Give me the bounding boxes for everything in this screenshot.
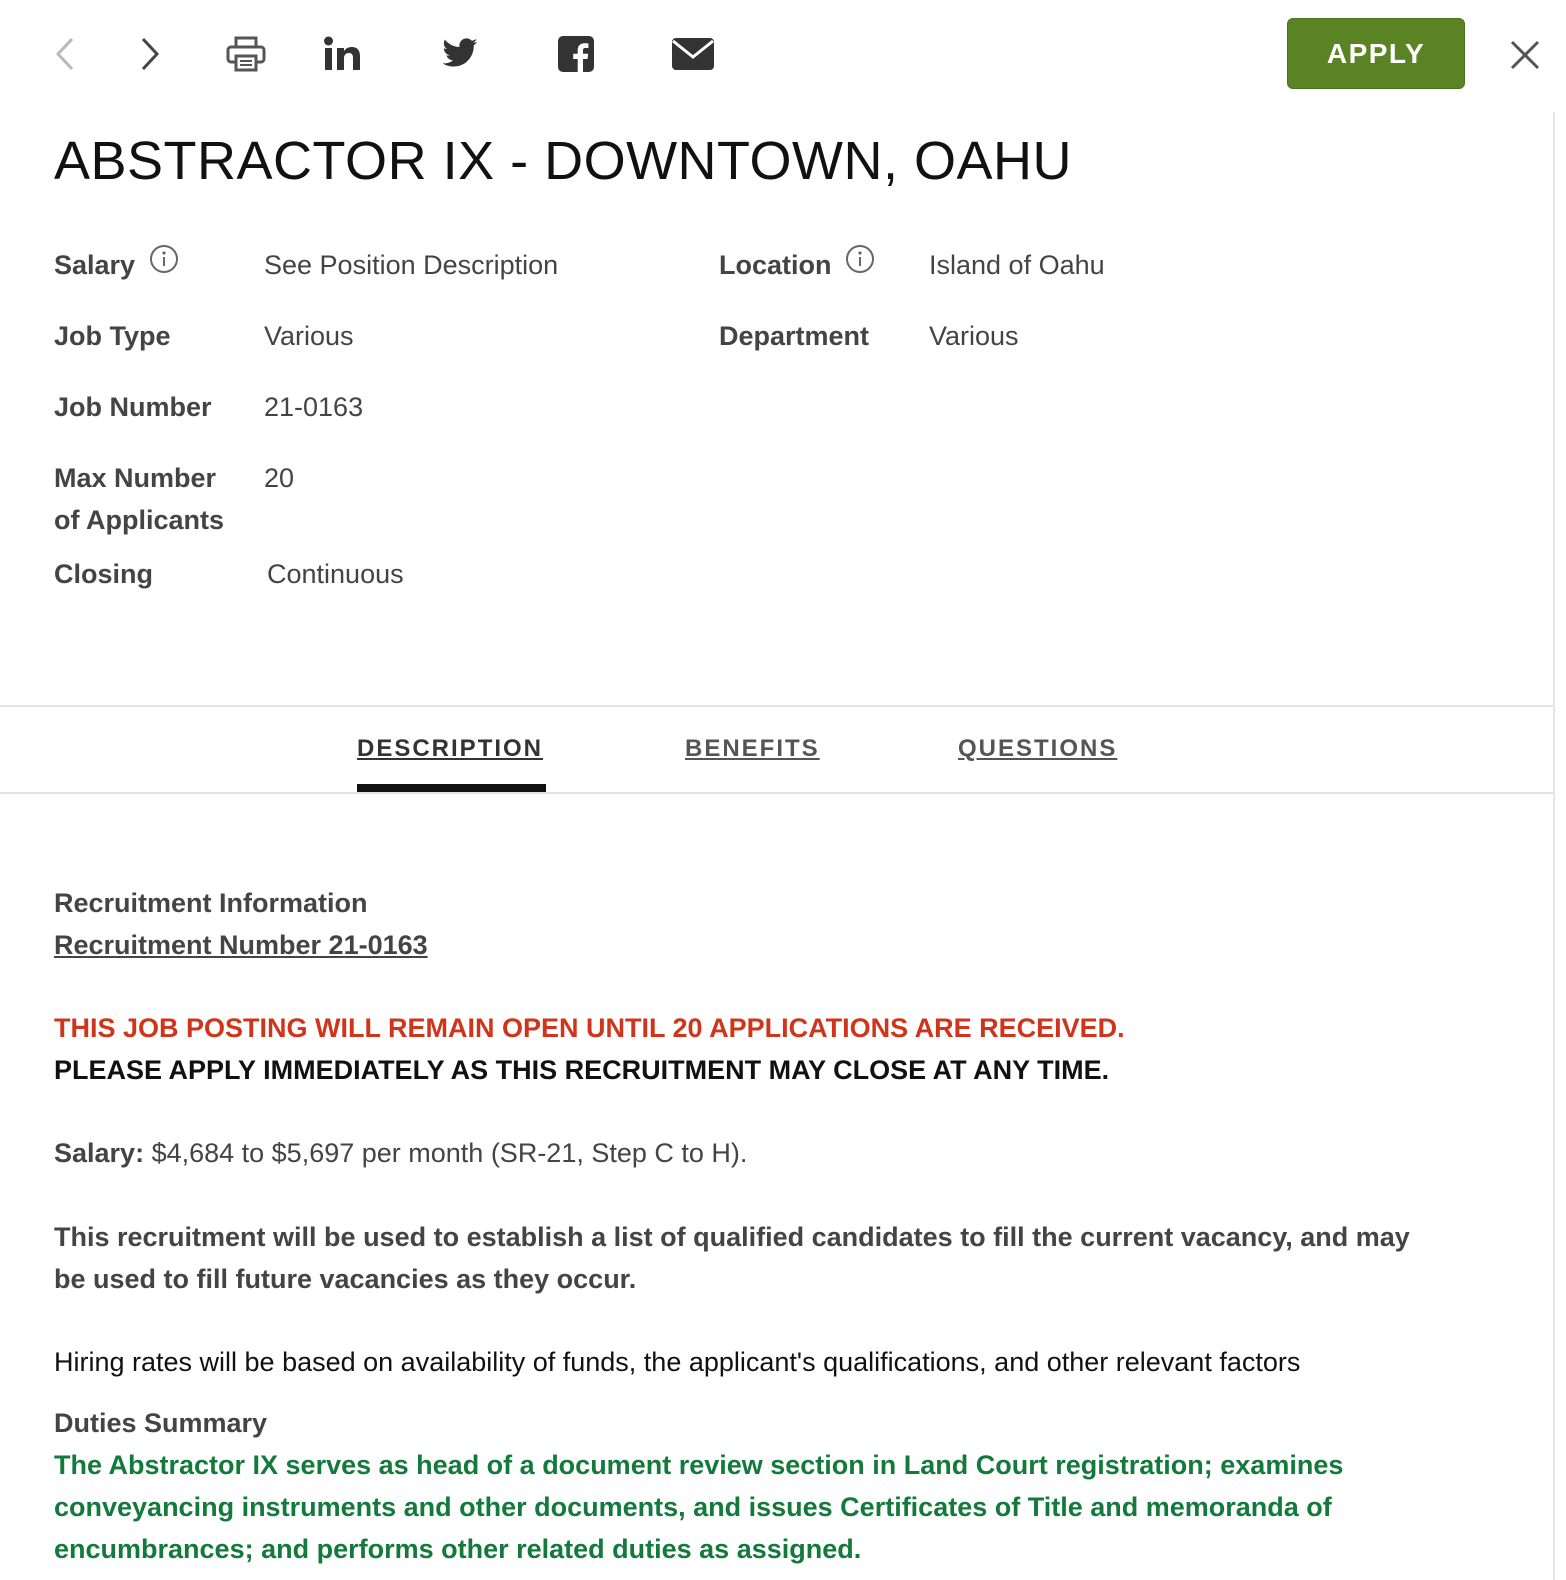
duties-line3: encumbrances; and performs other related… bbox=[54, 1534, 862, 1564]
chevron-left-icon[interactable] bbox=[50, 30, 80, 78]
chevron-right-icon[interactable] bbox=[135, 30, 165, 78]
location-label: Location bbox=[719, 244, 875, 288]
list-notice-line1: This recruitment will be used to establi… bbox=[54, 1222, 1410, 1252]
tab-benefits[interactable]: BENEFITS bbox=[685, 735, 820, 763]
tabs-bottom-divider bbox=[0, 792, 1553, 794]
facebook-icon[interactable] bbox=[554, 30, 598, 78]
job-type-label: Job Type bbox=[54, 321, 171, 351]
closing-label: Closing bbox=[54, 559, 153, 589]
job-title: ABSTRACTOR IX - DOWNTOWN, OAHU bbox=[54, 131, 1073, 191]
salary-line: Salary: $4,684 to $5,697 per month (SR-2… bbox=[54, 1132, 747, 1174]
panel-edge bbox=[1553, 112, 1555, 1580]
salary-label: Salary bbox=[54, 244, 179, 288]
department-value: Various bbox=[929, 321, 1019, 351]
list-notice-line2: be used to fill future vacancies as they… bbox=[54, 1264, 637, 1294]
tab-questions[interactable]: QUESTIONS bbox=[958, 735, 1117, 763]
active-tab-indicator bbox=[357, 784, 546, 792]
linkedin-icon[interactable] bbox=[320, 30, 364, 78]
job-number-label: Job Number bbox=[54, 392, 212, 422]
notice-black: PLEASE APPLY IMMEDIATELY AS THIS RECRUIT… bbox=[54, 1055, 1110, 1085]
location-label-text: Location bbox=[719, 250, 832, 280]
salary-value: See Position Description bbox=[264, 250, 559, 280]
recruitment-number: Recruitment Number 21-0163 bbox=[54, 930, 428, 960]
toolbar: APPLY bbox=[0, 0, 1566, 110]
max-applicants-label-line1: Max Number bbox=[54, 463, 217, 493]
twitter-icon[interactable] bbox=[438, 30, 482, 78]
info-icon[interactable] bbox=[845, 244, 875, 286]
tab-description[interactable]: DESCRIPTION bbox=[357, 735, 543, 763]
close-icon[interactable] bbox=[1506, 36, 1544, 74]
apply-button[interactable]: APPLY bbox=[1287, 18, 1465, 89]
salary-line-text: $4,684 to $5,697 per month (SR-21, Step … bbox=[144, 1138, 748, 1168]
location-value: Island of Oahu bbox=[929, 250, 1105, 280]
job-type-value: Various bbox=[264, 321, 354, 351]
closing-value: Continuous bbox=[267, 559, 404, 589]
job-number-value: 21-0163 bbox=[264, 392, 364, 422]
info-icon[interactable] bbox=[149, 244, 179, 286]
notice-red: THIS JOB POSTING WILL REMAIN OPEN UNTIL … bbox=[54, 1013, 1125, 1043]
tabs-top-divider bbox=[0, 705, 1553, 707]
salary-line-label: Salary: bbox=[54, 1138, 145, 1168]
duties-line1: The Abstractor IX serves as head of a do… bbox=[54, 1450, 1344, 1480]
max-applicants-value: 20 bbox=[264, 463, 295, 493]
recruitment-heading: Recruitment Information bbox=[54, 888, 368, 918]
print-icon[interactable] bbox=[224, 30, 268, 78]
duties-heading: Duties Summary bbox=[54, 1408, 268, 1438]
max-applicants-label-line2: of Applicants bbox=[54, 505, 225, 535]
duties-line2: conveyancing instruments and other docum… bbox=[54, 1492, 1332, 1522]
department-label: Department bbox=[719, 321, 870, 351]
email-icon[interactable] bbox=[670, 30, 716, 78]
salary-label-text: Salary bbox=[54, 250, 136, 280]
hiring-rates: Hiring rates will be based on availabili… bbox=[54, 1347, 1301, 1377]
